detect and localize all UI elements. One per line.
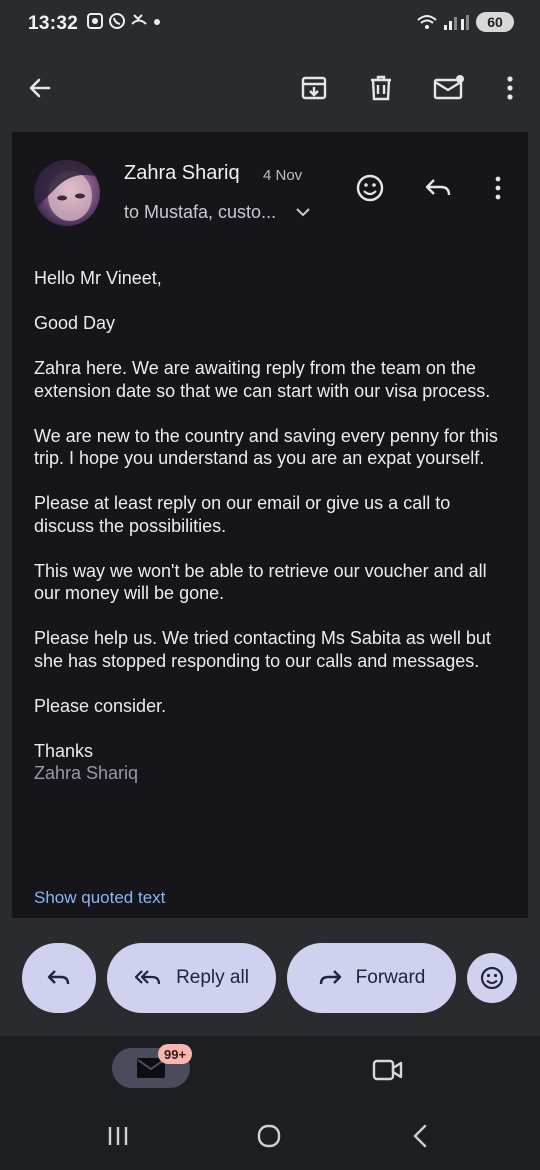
reply-actions-bar: Reply all Forward (0, 918, 540, 1036)
body-paragraph: Hello Mr Vineet, (34, 268, 162, 288)
emoji-icon (356, 174, 384, 202)
recipients-summary[interactable]: to Mustafa, custo... (124, 202, 311, 223)
status-system-icons: 60 (416, 12, 514, 32)
avatar-photo (34, 160, 100, 221)
show-quoted-text-link[interactable]: Show quoted text (34, 888, 165, 908)
whatsapp-icon (109, 13, 125, 29)
status-bar: 13:32 60 (0, 0, 540, 50)
body-paragraph: Please at least reply on our email or gi… (34, 493, 451, 536)
more-vert-icon (507, 76, 513, 100)
reply-all-button[interactable]: Reply all (107, 943, 276, 1013)
emoji-icon (480, 966, 504, 990)
reply-all-label: Reply all (176, 967, 249, 988)
reply-button[interactable] (22, 943, 96, 1013)
email-date: 4 Nov (263, 167, 303, 184)
reply-header-button[interactable] (418, 168, 458, 208)
forward-button[interactable]: Forward (287, 943, 456, 1013)
wifi-icon (417, 15, 437, 29)
more-options-button[interactable] (490, 68, 530, 108)
mark-unread-button[interactable] (429, 68, 469, 108)
archive-button[interactable] (294, 68, 334, 108)
missed-call-icon (131, 14, 147, 25)
body-paragraph: Please help us. We tried contacting Ms S… (34, 628, 491, 671)
signature: Zahra Shariq (34, 763, 139, 783)
chevron-down-icon (296, 208, 310, 217)
signal-icon (444, 15, 469, 30)
recents-icon (108, 1127, 128, 1145)
trash-icon (371, 75, 391, 101)
reply-icon (425, 179, 451, 196)
home-button[interactable] (249, 1116, 289, 1156)
reply-all-icon (134, 970, 161, 985)
forward-label: Forward (355, 967, 426, 988)
body-paragraph: We are new to the country and saving eve… (34, 425, 498, 469)
recent-apps-button[interactable] (98, 1116, 138, 1156)
reply-icon (47, 970, 70, 985)
unread-count-badge: 99+ (158, 1044, 193, 1064)
sender-name[interactable]: Zahra Shariq (124, 162, 240, 185)
body-paragraph: This way we won't be able to retrieve ou… (34, 560, 487, 604)
email-body: Hello Mr Vineet, Good Day Zahra here. We… (34, 267, 512, 785)
email-toolbar (0, 50, 540, 130)
bottom-navigation: 99+ (0, 1036, 540, 1170)
body-paragraph: Please consider. (34, 695, 167, 716)
video-camera-icon (372, 1059, 403, 1081)
home-circle-icon (257, 1124, 281, 1148)
arrow-left-icon (29, 78, 51, 98)
body-paragraph: Good Day (34, 313, 116, 333)
recipients-text: to Mustafa, custo... (124, 202, 277, 222)
status-notification-icons (86, 12, 162, 30)
screenshot-icon (87, 13, 103, 29)
status-time: 13:32 (28, 13, 79, 34)
email-message-card: Zahra Shariq 4 Nov to Mustafa, custo... … (12, 132, 528, 918)
delete-button[interactable] (361, 68, 401, 108)
signoff: Thanks (34, 740, 94, 761)
sender-avatar[interactable] (34, 160, 100, 226)
mail-unread-icon (433, 75, 464, 100)
dot-icon (154, 19, 160, 25)
forward-icon (319, 970, 341, 985)
archive-icon (301, 76, 327, 100)
react-button[interactable] (467, 953, 517, 1003)
add-reaction-button[interactable] (350, 168, 390, 208)
body-paragraph: Zahra here. We are awaiting reply from t… (34, 358, 491, 401)
message-more-button[interactable] (478, 168, 518, 208)
nav-meet-tab[interactable] (368, 1050, 408, 1090)
chevron-left-icon (413, 1124, 427, 1148)
battery-indicator: 60 (476, 12, 514, 32)
system-back-button[interactable] (400, 1116, 440, 1156)
back-button[interactable] (20, 68, 60, 108)
more-vert-icon (495, 176, 501, 200)
